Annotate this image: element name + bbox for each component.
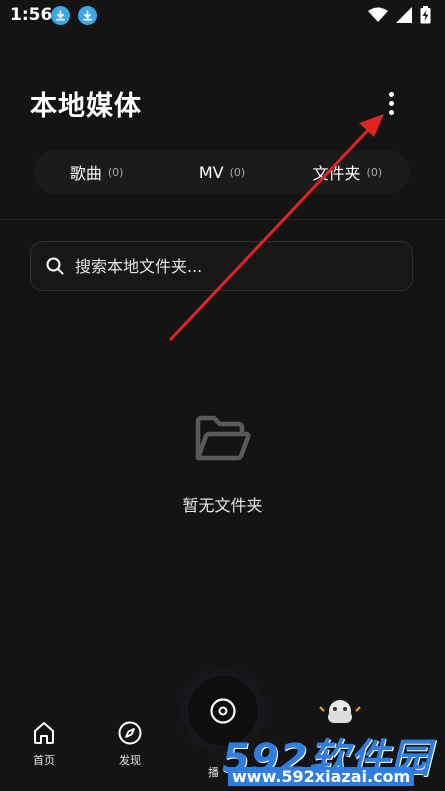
watermark-url: www.592xiazai.com bbox=[228, 767, 415, 786]
annotation-arrow bbox=[169, 114, 384, 341]
